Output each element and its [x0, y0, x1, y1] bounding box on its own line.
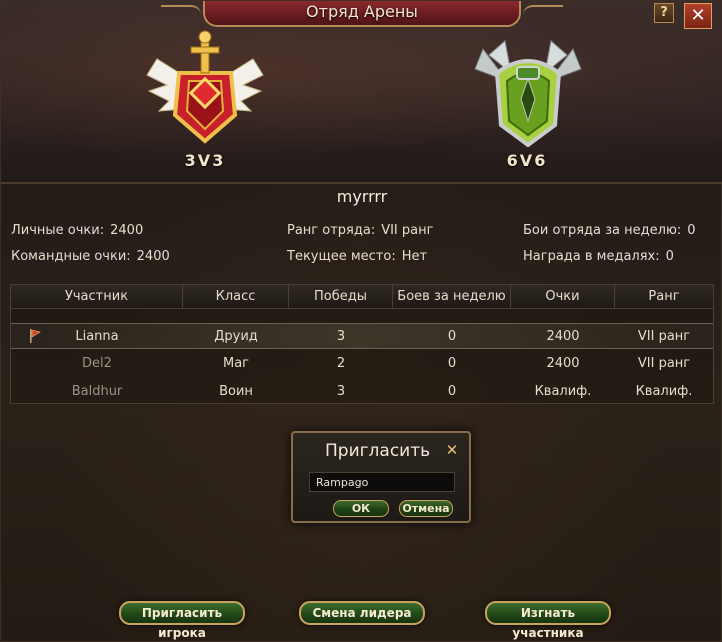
member-weekly-battles: 0	[447, 384, 457, 399]
member-wins: 2	[336, 356, 346, 371]
personal-points-value: 2400	[110, 223, 144, 238]
kick-member-button[interactable]: Изгнать участника	[485, 601, 611, 640]
medal-reward-value: 0	[665, 249, 674, 264]
team-points-label: Командные очки:	[11, 249, 131, 264]
current-place: Текущее место: Нет	[287, 249, 427, 264]
member-weekly-battles: 0	[447, 329, 457, 344]
column-header-class[interactable]: Класс	[183, 285, 289, 309]
member-points: 2400	[546, 356, 580, 371]
column-header-wins[interactable]: Победы	[289, 285, 393, 309]
help-button[interactable]: ?	[654, 3, 674, 23]
table-row[interactable]: Del2 Маг 2 0 2400 VII ранг	[11, 351, 713, 377]
cancel-button[interactable]: Отмена	[399, 500, 453, 517]
ok-button[interactable]: ОК	[333, 500, 389, 517]
member-rank: Квалиф.	[635, 384, 693, 399]
emblem-6v6[interactable]	[469, 29, 587, 149]
column-header-rank[interactable]: Ранг	[615, 285, 713, 309]
member-class: Друид	[214, 329, 258, 344]
current-place-value: Нет	[401, 249, 428, 264]
member-rank: VII ранг	[637, 329, 691, 344]
members-table: Участник Класс Победы Боев за неделю Очк…	[10, 284, 714, 404]
emblem-6v6-label: 6V6	[506, 151, 548, 170]
window-title: Отряд Арены	[161, 1, 563, 27]
member-rank: VII ранг	[637, 356, 691, 371]
emblem-3v3[interactable]	[139, 29, 271, 149]
team-rank-value: VII ранг	[381, 223, 434, 238]
top-banner	[1, 1, 722, 184]
invite-dialog-title: Пригласить	[325, 441, 431, 461]
invite-player-button[interactable]: Пригласить игрока	[119, 601, 245, 640]
personal-points-label: Личные очки:	[11, 223, 105, 238]
team-points: Командные очки: 2400	[11, 249, 170, 264]
member-points: Квалиф.	[534, 384, 592, 399]
invite-name-input[interactable]	[309, 472, 455, 492]
member-wins: 3	[336, 329, 346, 344]
emblem-3v3-label: 3V3	[184, 151, 226, 170]
member-points: 2400	[546, 329, 580, 344]
gold-winged-shield-emblem-icon	[146, 30, 264, 144]
column-header-member[interactable]: Участник	[11, 285, 183, 309]
weekly-battles: Бои отряда за неделю: 0	[523, 223, 696, 238]
team-rank: Ранг отряда: VII ранг	[287, 223, 433, 238]
member-class: Воин	[219, 384, 253, 399]
member-name: Del2	[82, 356, 112, 371]
current-place-label: Текущее место:	[287, 249, 396, 264]
weekly-battles-value: 0	[687, 223, 696, 238]
member-name: Baldhur	[71, 384, 123, 399]
member-wins: 3	[336, 384, 346, 399]
close-icon[interactable]: ✕	[443, 441, 461, 459]
table-row[interactable]: Lianna Друид 3 0 2400 VII ранг	[11, 323, 713, 349]
team-name: myrrrr	[336, 187, 388, 206]
medal-reward: Награда в медалях: 0	[523, 249, 674, 264]
invite-dialog: Пригласить ✕ ОК Отмена	[291, 431, 471, 523]
team-rank-label: Ранг отряда:	[287, 223, 376, 238]
table-row[interactable]: Baldhur Воин 3 0 Квалиф. Квалиф.	[11, 379, 713, 405]
column-header-weekly-battles[interactable]: Боев за неделю	[393, 285, 511, 309]
medal-reward-label: Награда в медалях:	[523, 249, 660, 264]
weekly-battles-label: Бои отряда за неделю:	[523, 223, 682, 238]
member-class: Маг	[222, 356, 249, 371]
green-silver-shield-emblem-icon	[474, 40, 582, 148]
member-name: Lianna	[75, 329, 119, 344]
arena-team-window: Отряд Арены ? ✕ 3V3 6V6 myrrrr Личные оч…	[0, 0, 722, 642]
close-button[interactable]: ✕	[684, 3, 712, 29]
team-points-value: 2400	[136, 249, 170, 264]
member-weekly-battles: 0	[447, 356, 457, 371]
change-leader-button[interactable]: Смена лидера	[299, 601, 425, 625]
table-header: Участник Класс Победы Боев за неделю Очк…	[11, 285, 713, 309]
column-header-points[interactable]: Очки	[511, 285, 615, 309]
personal-points: Личные очки: 2400	[11, 223, 143, 238]
